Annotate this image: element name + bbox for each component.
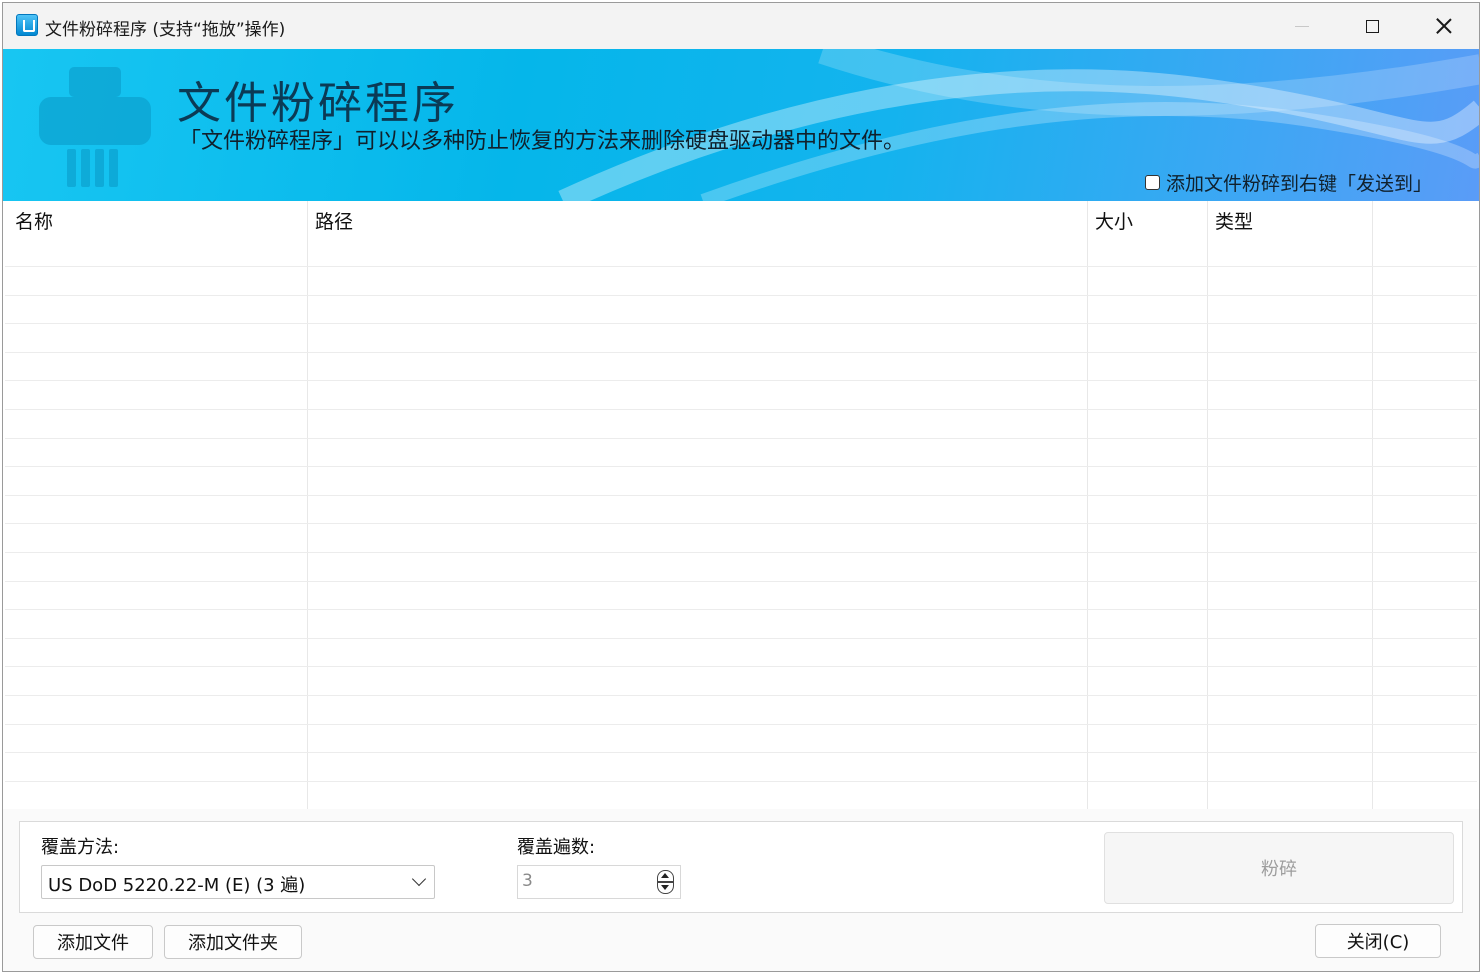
list-gridline — [5, 581, 1477, 582]
list-gridline — [5, 724, 1477, 725]
column-header-type[interactable]: 类型 — [1215, 207, 1253, 234]
sendto-checkbox[interactable] — [1145, 175, 1160, 190]
passes-stepper[interactable]: 3 — [517, 865, 681, 899]
list-gridline — [5, 781, 1477, 782]
stepper-down-icon[interactable] — [657, 882, 674, 894]
column-header-size[interactable]: 大小 — [1095, 207, 1133, 234]
list-gridline — [5, 352, 1477, 353]
column-divider[interactable] — [1207, 201, 1208, 809]
column-divider[interactable] — [1087, 201, 1088, 809]
passes-value: 3 — [522, 871, 533, 891]
list-gridline — [5, 752, 1477, 753]
list-gridline — [5, 266, 1477, 267]
sendto-option[interactable]: 添加文件粉碎到右键「发送到」 — [1145, 169, 1432, 196]
close-button[interactable]: 关闭(C) — [1315, 924, 1441, 958]
list-gridline — [5, 495, 1477, 496]
maximize-button[interactable] — [1337, 3, 1407, 49]
shredder-icon — [39, 67, 151, 187]
list-gridline — [5, 695, 1477, 696]
minimize-icon — [1295, 25, 1309, 27]
method-select[interactable]: US DoD 5220.22-M (E) (3 遍) — [41, 865, 435, 899]
close-window-button[interactable] — [1409, 3, 1479, 49]
list-gridline — [5, 295, 1477, 296]
shred-button[interactable]: 粉碎 — [1104, 832, 1454, 904]
window-title: 文件粉碎程序 (支持“拖放”操作) — [45, 20, 286, 40]
column-divider[interactable] — [307, 201, 308, 809]
list-gridline — [5, 438, 1477, 439]
list-gridline — [5, 323, 1477, 324]
method-label: 覆盖方法: — [41, 837, 120, 858]
list-gridline — [5, 409, 1477, 410]
options-group: 覆盖方法: US DoD 5220.22-M (E) (3 遍) 覆盖遍数: 3… — [19, 821, 1463, 913]
banner-title: 文件粉碎程序 — [177, 78, 459, 129]
list-gridline — [5, 380, 1477, 381]
add-file-button[interactable]: 添加文件 — [33, 925, 153, 959]
chevron-down-icon — [411, 871, 427, 887]
list-gridline — [5, 638, 1477, 639]
close-icon — [1436, 18, 1452, 34]
list-gridline — [5, 609, 1477, 610]
passes-label: 覆盖遍数: — [517, 837, 596, 858]
column-header-name[interactable]: 名称 — [15, 207, 53, 234]
stepper-up-icon[interactable] — [657, 870, 674, 882]
column-divider[interactable] — [1372, 201, 1373, 809]
list-gridline — [5, 552, 1477, 553]
file-list[interactable]: 名称 路径 大小 类型 — [5, 201, 1477, 810]
method-select-value: US DoD 5220.22-M (E) (3 遍) — [48, 875, 306, 896]
list-gridline — [5, 523, 1477, 524]
app-icon — [16, 14, 38, 36]
column-header-path[interactable]: 路径 — [315, 207, 353, 234]
sendto-label: 添加文件粉碎到右键「发送到」 — [1166, 173, 1433, 195]
title-bar[interactable]: 文件粉碎程序 (支持“拖放”操作) — [3, 3, 1479, 49]
bottom-panel: 覆盖方法: US DoD 5220.22-M (E) (3 遍) 覆盖遍数: 3… — [3, 809, 1479, 971]
list-header: 名称 路径 大小 类型 — [5, 201, 1477, 237]
banner-description: 「文件粉碎程序」可以以多种防止恢复的方法来删除硬盘驱动器中的文件。 — [179, 129, 906, 154]
app-window: 文件粉碎程序 (支持“拖放”操作) 文件粉碎程序 「文件粉碎程序」可以以多种防止… — [2, 2, 1480, 972]
header-banner: 文件粉碎程序 「文件粉碎程序」可以以多种防止恢复的方法来删除硬盘驱动器中的文件。… — [3, 49, 1479, 201]
list-gridline — [5, 666, 1477, 667]
maximize-icon — [1365, 19, 1379, 33]
list-gridline — [5, 466, 1477, 467]
minimize-button[interactable] — [1267, 3, 1337, 49]
add-folder-button[interactable]: 添加文件夹 — [164, 925, 302, 959]
